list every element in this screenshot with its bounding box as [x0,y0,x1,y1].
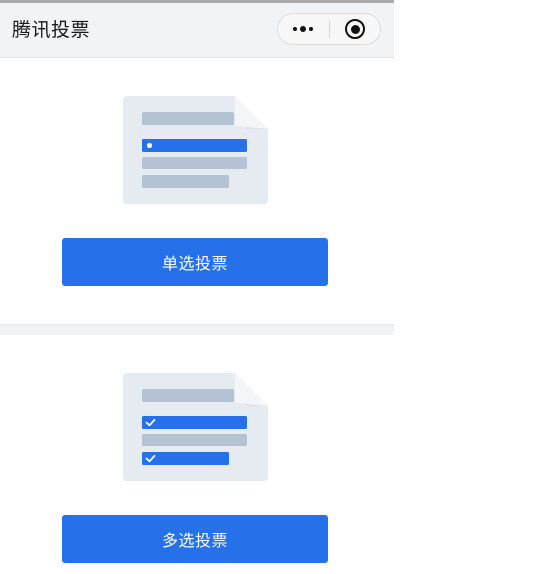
menu-capsule [277,13,381,45]
page-title: 腾讯投票 [12,19,91,41]
radio-dot-icon [146,142,153,149]
document-fold [235,96,268,129]
single-choice-vote-button[interactable]: 单选投票 [62,238,328,286]
option-line [142,112,234,125]
checked-option-line [142,452,229,465]
close-core [351,25,360,34]
selected-option-line [142,139,247,152]
more-dot [293,27,297,31]
section-divider [0,324,394,335]
single-choice-card: 单选投票 [0,58,394,324]
more-dots-icon[interactable] [278,14,329,44]
navigation-bar: 腾讯投票 [0,3,394,58]
checked-option-line [142,416,247,429]
single-choice-document-icon [123,96,268,204]
more-dot [300,26,306,32]
option-line [142,389,234,402]
document-fold [235,373,268,406]
more-dot [309,27,313,31]
option-line [142,157,247,169]
multi-choice-document-icon [123,373,268,481]
multi-choice-vote-button[interactable]: 多选投票 [62,515,328,563]
target-close-icon[interactable] [330,14,380,44]
multi-choice-card: 多选投票 [0,335,394,574]
page: 腾讯投票 单选投票 多选投票 [0,0,540,574]
mini-program-screen: 腾讯投票 单选投票 多选投票 [0,0,394,574]
option-line [142,175,229,188]
option-line [142,434,247,446]
